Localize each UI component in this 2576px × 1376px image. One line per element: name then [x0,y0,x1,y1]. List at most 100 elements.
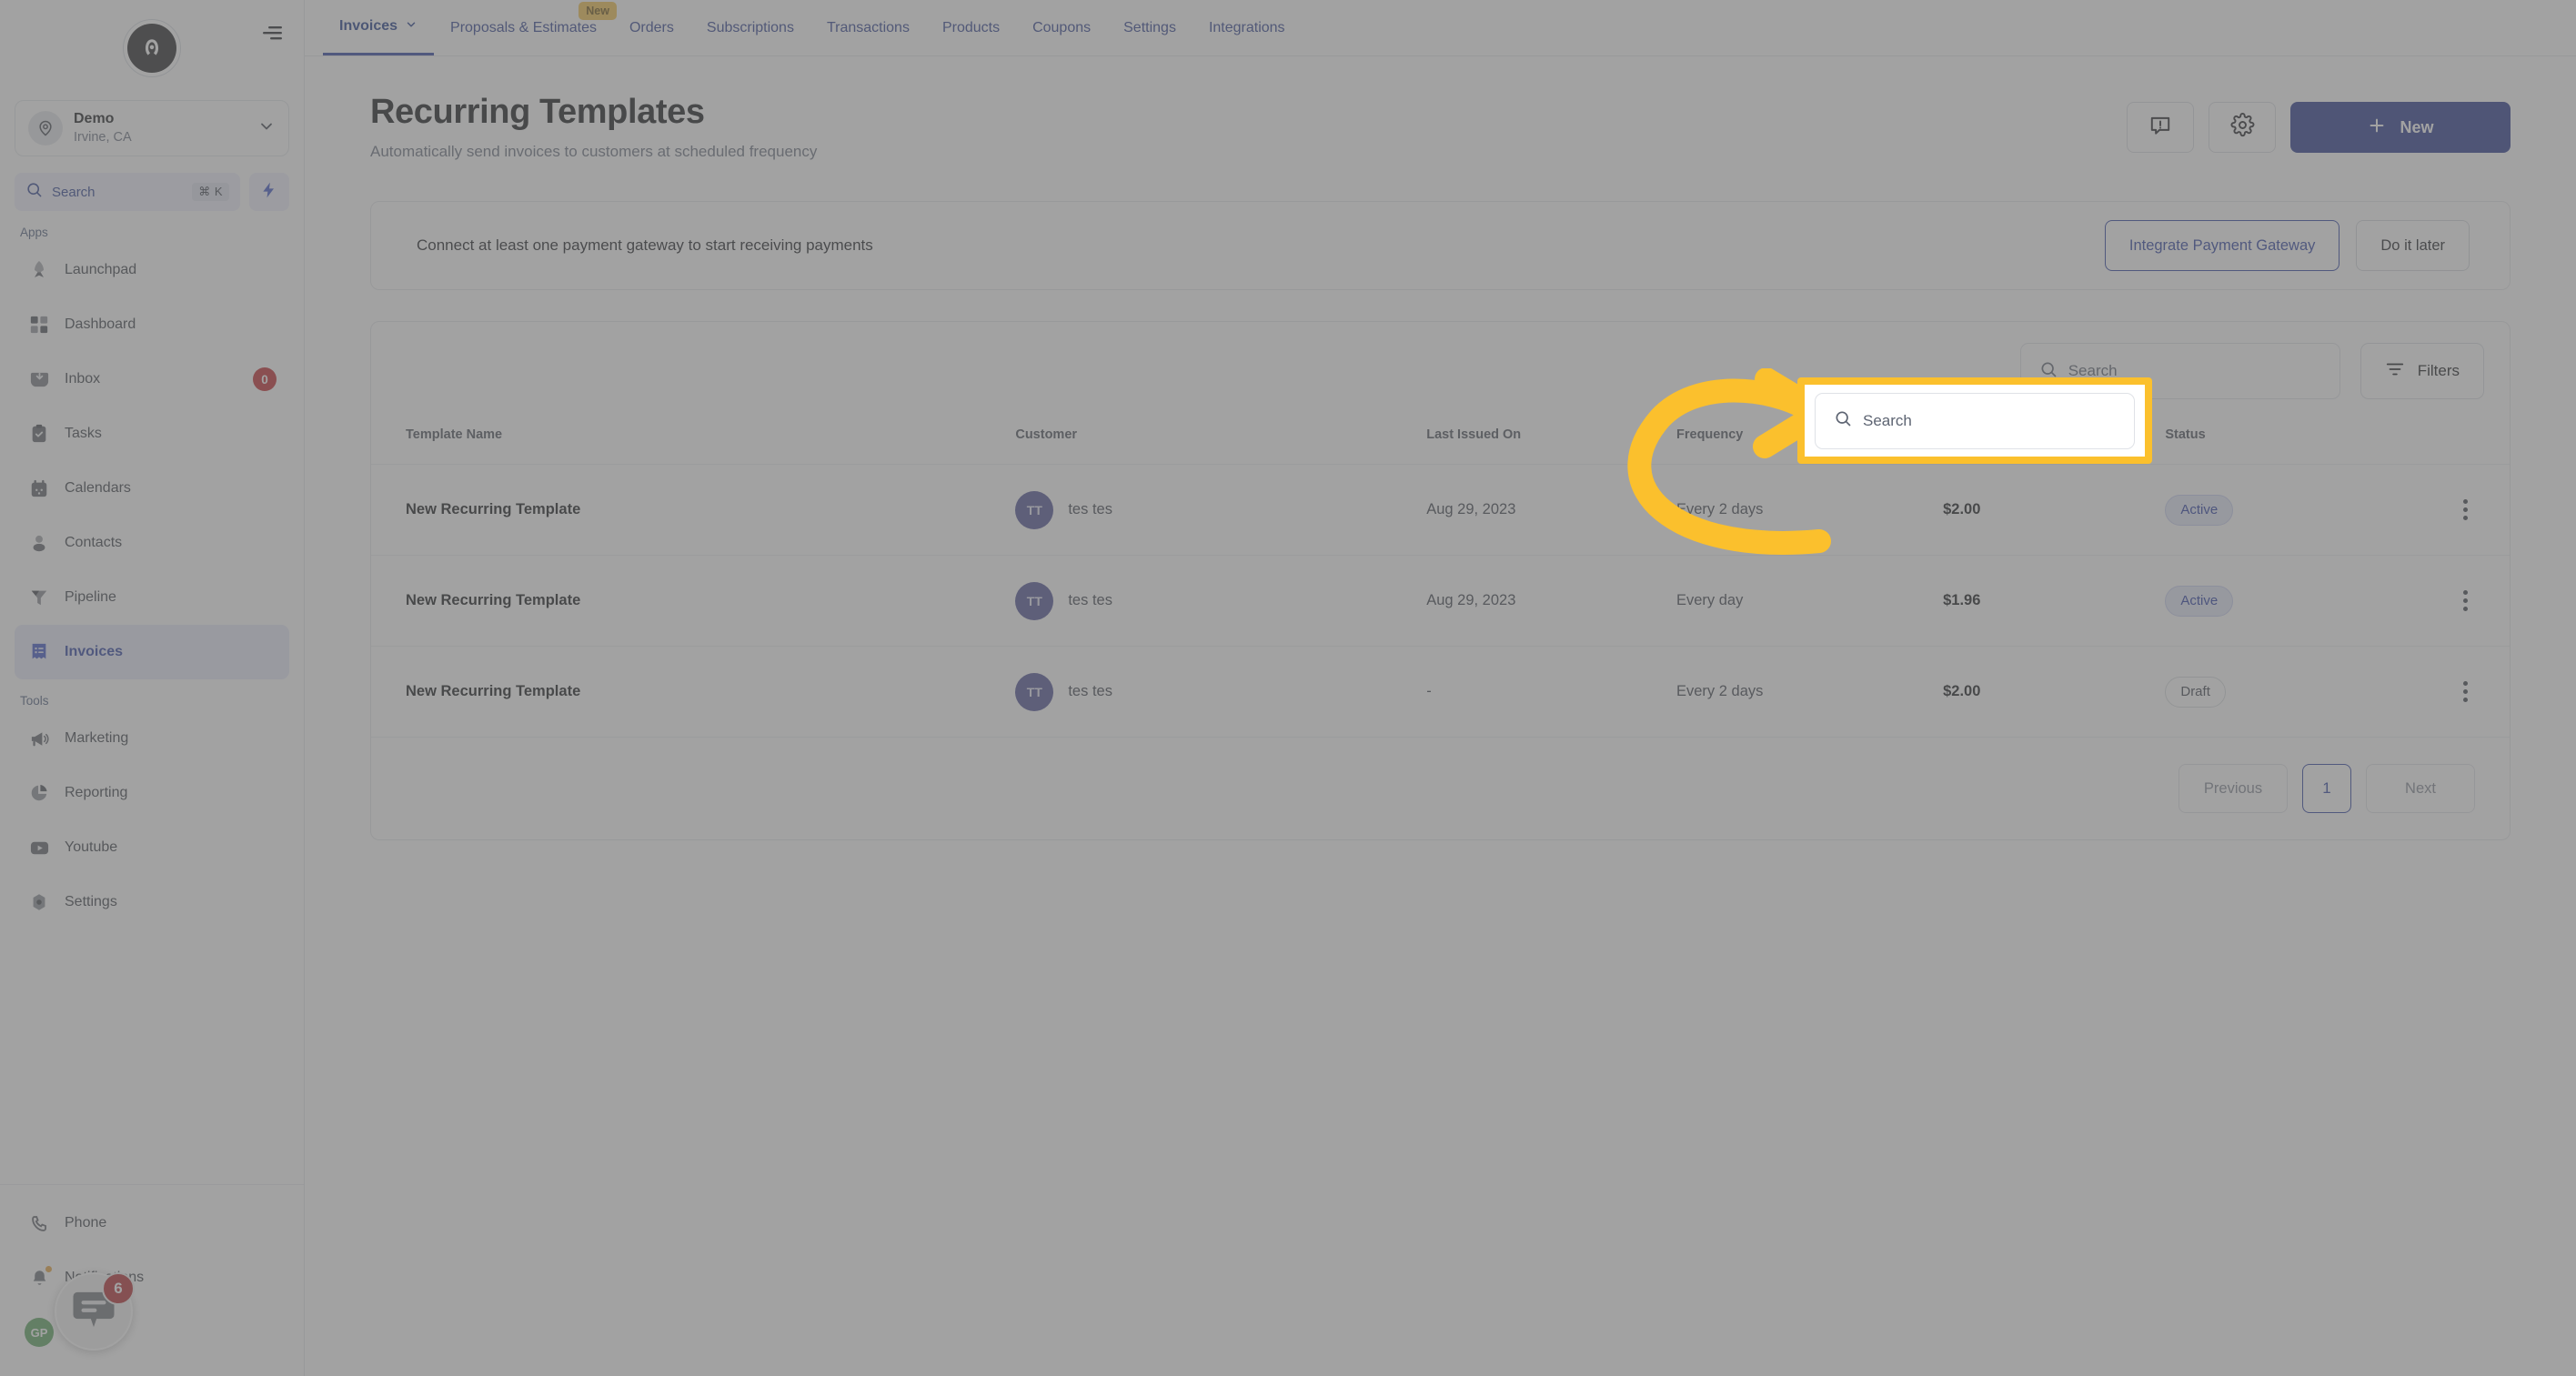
sidebar-item-inbox[interactable]: Inbox 0 [15,352,289,407]
location-pin-icon [28,111,63,146]
chat-widget-button[interactable]: 6 [55,1272,135,1351]
sidebar-search-row: Search ⌘ K [15,173,289,211]
cell-template-name: New Recurring Template [406,592,581,608]
sidebar-item-label: Settings [65,894,117,909]
inbox-icon [27,367,51,391]
pie-chart-icon [27,781,51,805]
cell-amount: $2.00 [1943,501,1981,517]
cell-last-issued-on: Aug 29, 2023 [1426,592,1516,608]
customer-name: tes tes [1068,592,1112,608]
org-switcher[interactable]: Demo Irvine, CA [15,100,289,156]
tab-integrations[interactable]: Integrations [1192,0,1302,55]
sidebar-nav-apps: Launchpad Dashboard Inbox 0 Tasks Calend… [0,243,304,679]
status-badge: Draft [2165,676,2226,708]
sidebar-item-reporting[interactable]: Reporting [15,766,289,820]
search-placeholder: Search [1863,411,1912,429]
table-row[interactable]: New Recurring Template TT tes tes Aug 29… [371,464,2510,556]
search-icon [25,181,43,203]
page-number-1[interactable]: 1 [2302,764,2351,813]
feedback-button[interactable] [2127,102,2194,153]
next-page-button[interactable]: Next [2366,764,2475,813]
sidebar-item-label: Calendars [65,480,131,496]
chevron-down-icon [405,18,418,35]
page-header: Recurring Templates Automatically send i… [370,93,2511,161]
customer-avatar: TT [1015,672,1054,711]
table-row[interactable]: New Recurring Template TT tes tes - Ever… [371,646,2510,738]
tab-label: Orders [629,19,674,35]
status-badge: Active [2165,494,2234,526]
quick-action-button[interactable] [249,173,289,211]
tab-products[interactable]: Products [926,0,1016,55]
tab-settings[interactable]: Settings [1107,0,1192,55]
row-actions-menu-icon[interactable] [2420,681,2510,702]
sidebar-item-tasks[interactable]: Tasks [15,407,289,461]
lightning-bolt-icon [260,180,278,205]
avatar-icon: GP [25,1318,54,1347]
new-button[interactable]: New [2290,102,2511,153]
search-shortcut: ⌘ K [192,183,229,201]
sidebar-item-label: Contacts [65,535,123,550]
cell-template-name: New Recurring Template [406,501,581,517]
customer-avatar: TT [1015,490,1054,529]
row-actions-menu-icon[interactable] [2420,590,2510,611]
payment-gateway-banner: Connect at least one payment gateway to … [370,201,2511,290]
sidebar-item-settings[interactable]: Settings [15,875,289,929]
tab-invoices[interactable]: Invoices [323,0,435,55]
integrate-payment-gateway-button[interactable]: Integrate Payment Gateway [2104,220,2340,271]
sidebar-item-notifications[interactable]: Notifications [15,1250,289,1305]
cell-template-name: New Recurring Template [406,683,581,699]
cell-last-issued-on: - [1426,683,1432,699]
table-head: Template Name Customer Last Issued On Fr… [371,420,2510,465]
tab-orders[interactable]: Orders [613,0,690,55]
plus-icon [2367,116,2387,140]
sidebar-item-pipeline[interactable]: Pipeline [15,570,289,625]
sidebar-item-label: Dashboard [65,316,136,332]
sidebar-item-youtube[interactable]: Youtube [15,820,289,875]
table-body: New Recurring Template TT tes tes Aug 29… [371,464,2510,738]
table-row[interactable]: New Recurring Template TT tes tes Aug 29… [371,555,2510,647]
sidebar-item-dashboard[interactable]: Dashboard [15,297,289,352]
sidebar-logo-row [0,0,304,96]
tab-label: Coupons [1032,19,1092,35]
collapse-menu-icon[interactable] [260,24,284,46]
banner-actions: Integrate Payment Gateway Do it later [2104,220,2470,271]
row-actions-menu-icon[interactable] [2420,499,2510,520]
invoice-icon [27,640,51,664]
sidebar-item-contacts[interactable]: Contacts [15,516,289,570]
sidebar: Demo Irvine, CA Search ⌘ K Apps Launchpa… [0,0,305,1376]
sidebar-item-label: Launchpad [65,262,137,277]
cell-customer: TT tes tes [1015,581,1426,620]
sidebar-item-invoices[interactable]: Invoices [15,625,289,679]
feedback-chat-icon [2148,114,2172,142]
filters-button[interactable]: Filters [2360,343,2484,399]
app-logo[interactable] [123,19,181,77]
sidebar-bottom: Phone Notifications GP Profile [0,1184,304,1376]
column-header-actions [2420,420,2510,465]
table-header-row: Template Name Customer Last Issued On Fr… [371,420,2510,465]
column-header-last-issued-on: Last Issued On [1426,420,1676,465]
status-badge: Active [2165,585,2234,617]
sidebar-item-calendars[interactable]: Calendars [15,461,289,516]
global-search-button[interactable]: Search ⌘ K [15,173,240,211]
tab-label: Settings [1123,19,1176,35]
sidebar-item-launchpad[interactable]: Launchpad [15,243,289,297]
sidebar-item-label: Tasks [65,426,102,441]
customer-name: tes tes [1068,683,1112,699]
sidebar-item-marketing[interactable]: Marketing [15,711,289,766]
settings-button[interactable] [2209,102,2276,153]
filter-lines-icon [2385,359,2405,384]
sidebar-item-phone[interactable]: Phone [15,1196,289,1250]
filters-label: Filters [2417,362,2460,379]
customer-avatar: TT [1015,581,1054,620]
tab-proposals-estimates[interactable]: Proposals & Estimates New [434,0,617,55]
tab-transactions[interactable]: Transactions [810,0,926,55]
tab-subscriptions[interactable]: Subscriptions [690,0,810,55]
grid-icon [27,313,51,336]
tab-label: Subscriptions [706,19,794,35]
rocket-icon [27,258,51,282]
search-input[interactable]: Search [1815,392,2135,449]
previous-page-button[interactable]: Previous [2179,764,2288,813]
do-it-later-button[interactable]: Do it later [2356,220,2470,271]
tab-coupons[interactable]: Coupons [1016,0,1107,55]
page-title-block: Recurring Templates Automatically send i… [370,93,817,161]
